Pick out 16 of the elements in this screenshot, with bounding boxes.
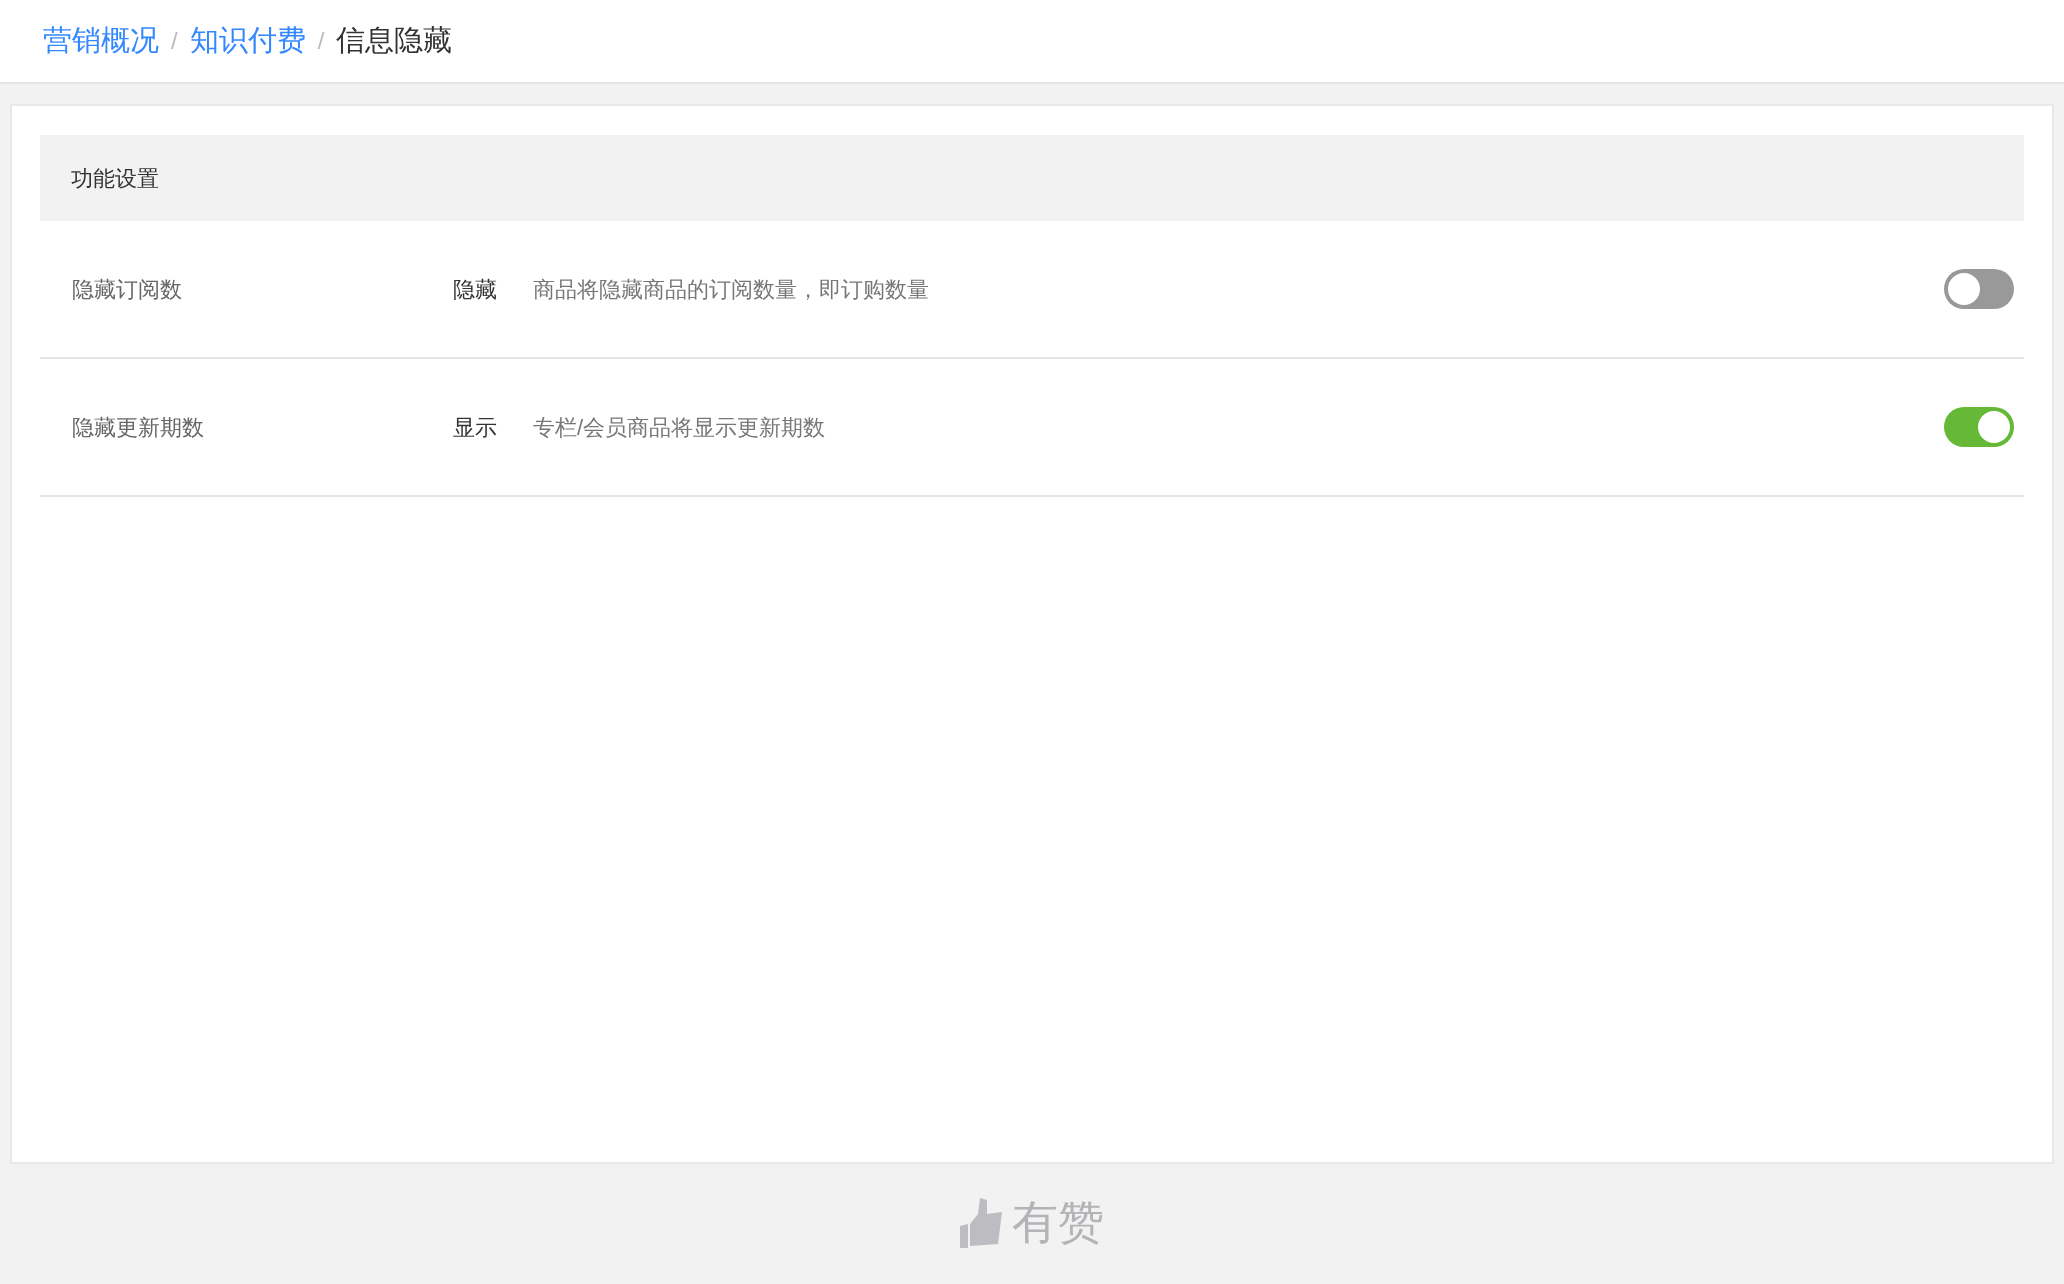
breadcrumb-separator: / [317, 26, 325, 56]
toggle-switch[interactable] [1944, 407, 2014, 447]
logo-text: 有赞 [1012, 1195, 1104, 1250]
setting-state: 显示 [453, 413, 498, 442]
breadcrumb-current: 信息隐藏 [336, 23, 453, 59]
toggle-switch[interactable] [1944, 269, 2014, 309]
setting-label: 隐藏订阅数 [72, 275, 183, 304]
thumbs-up-icon [960, 1197, 1004, 1248]
breadcrumb-separator: / [171, 26, 178, 56]
setting-description: 专栏/会员商品将显示更新期数 [533, 413, 827, 442]
section-title: 功能设置 [71, 164, 159, 193]
setting-state: 隐藏 [453, 275, 498, 304]
breadcrumb-link[interactable]: 知识付费 [189, 19, 306, 63]
breadcrumb-link[interactable]: 营销概况 [43, 19, 159, 63]
setting-label: 隐藏更新期数 [72, 413, 205, 442]
setting-description: 商品将隐藏商品的订阅数量，即订购数量 [533, 275, 930, 304]
